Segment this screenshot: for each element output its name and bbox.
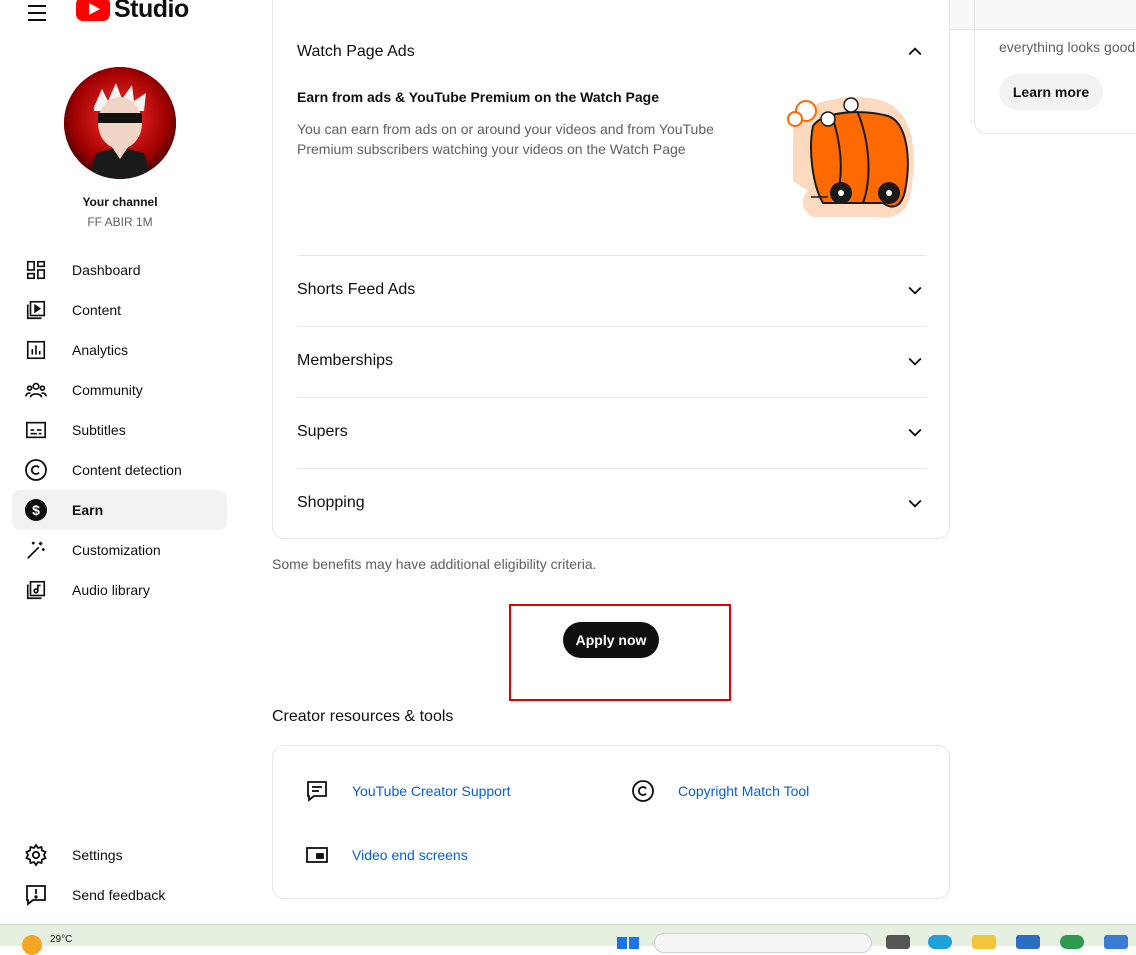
benefit-heading: Earn from ads & YouTube Premium on the W… xyxy=(297,89,659,105)
sidebar-item-dashboard[interactable]: Dashboard xyxy=(12,250,227,290)
svg-text:$: $ xyxy=(32,502,40,518)
chevron-down-icon[interactable] xyxy=(903,491,927,515)
sidebar-item-subtitles[interactable]: Subtitles xyxy=(12,410,227,450)
task-view-icon[interactable] xyxy=(886,935,910,949)
windows-start-icon[interactable] xyxy=(617,936,639,949)
sidebar-item-content[interactable]: Content xyxy=(12,290,227,330)
community-icon xyxy=(24,378,48,402)
sidebar-item-label: Settings xyxy=(72,847,123,863)
sidebar-item-settings[interactable]: Settings xyxy=(12,835,227,875)
chevron-up-icon[interactable] xyxy=(903,40,927,64)
accordion-title: Watch Page Ads xyxy=(297,43,415,60)
accordion-title: Memberships xyxy=(297,352,394,369)
os-taskbar: 29°C xyxy=(0,924,1136,955)
channel-handle: FF ABIR 1M xyxy=(87,215,153,229)
watch-page-ads-header[interactable]: Watch Page Ads xyxy=(297,32,927,72)
sidebar-item-label: Earn xyxy=(72,502,104,518)
audio-library-icon xyxy=(24,578,48,602)
sidebar-item-label: Customization xyxy=(72,542,161,558)
shorts-feed-ads-header[interactable]: Shorts Feed Ads xyxy=(297,270,927,310)
store-icon[interactable] xyxy=(1016,935,1040,949)
channel-title: Your channel xyxy=(82,195,158,209)
apply-now-button[interactable]: Apply now xyxy=(563,622,659,658)
chevron-down-icon[interactable] xyxy=(903,420,927,444)
sidebar-item-label: Content xyxy=(72,302,122,318)
resources-title: Creator resources & tools xyxy=(272,708,454,725)
sidebar-item-label: Dashboard xyxy=(72,262,141,278)
sidebar-item-analytics[interactable]: Analytics xyxy=(12,330,227,370)
menu-icon[interactable] xyxy=(26,2,50,22)
memberships-header[interactable]: Memberships xyxy=(297,341,927,381)
feedback-icon xyxy=(24,883,48,907)
info-text: everything looks good xyxy=(999,39,1136,55)
eligibility-note: Some benefits may have additional eligib… xyxy=(272,556,597,572)
sidebar-item-send-feedback[interactable]: Send feedback xyxy=(12,875,227,915)
youtube-play-icon xyxy=(76,0,110,21)
weather-temperature: 29°C xyxy=(50,934,73,945)
learn-more-button[interactable]: Learn more xyxy=(999,74,1103,110)
analytics-icon xyxy=(24,338,48,362)
sidebar-item-customization[interactable]: Customization xyxy=(12,530,227,570)
divider xyxy=(297,397,927,398)
content-icon xyxy=(24,298,48,322)
chevron-down-icon[interactable] xyxy=(903,349,927,373)
benefit-description: You can earn from ads on or around your … xyxy=(297,121,714,157)
studio-logo[interactable]: Studio xyxy=(76,0,189,24)
sidebar-item-earn[interactable]: $ Earn xyxy=(12,490,227,530)
dollar-icon: $ xyxy=(24,498,48,522)
sidebar: Your channel FF ABIR 1M Dashboard Conten… xyxy=(0,34,240,924)
sidebar-item-label: Audio library xyxy=(72,582,150,598)
chat-icon xyxy=(304,778,330,804)
end-screen-icon xyxy=(304,842,330,868)
app-icon[interactable] xyxy=(1104,935,1128,949)
copyright-icon xyxy=(24,458,48,482)
resource-link-label[interactable]: YouTube Creator Support xyxy=(352,783,511,799)
resource-link-label[interactable]: Video end screens xyxy=(352,847,468,863)
ads-illustration xyxy=(773,91,923,226)
sidebar-item-audio-library[interactable]: Audio library xyxy=(12,570,227,610)
sidebar-item-label: Analytics xyxy=(72,342,129,358)
subtitles-icon xyxy=(24,418,48,442)
sidebar-item-label: Community xyxy=(72,382,143,398)
channel-avatar[interactable] xyxy=(64,67,176,179)
creator-support-link[interactable]: YouTube Creator Support xyxy=(304,778,511,804)
sidebar-item-label: Send feedback xyxy=(72,887,166,903)
taskbar-search[interactable] xyxy=(654,933,872,953)
sidebar-item-label: Subtitles xyxy=(72,422,126,438)
dashboard-icon xyxy=(24,258,48,282)
chrome-icon[interactable] xyxy=(1060,935,1084,949)
logo-text: Studio xyxy=(114,0,189,23)
file-explorer-icon[interactable] xyxy=(972,935,996,949)
shopping-header[interactable]: Shopping xyxy=(297,483,927,523)
sidebar-item-label: Content detection xyxy=(72,462,182,478)
sidebar-item-community[interactable]: Community xyxy=(12,370,227,410)
weather-icon[interactable] xyxy=(22,935,42,955)
right-info-card: everything looks good Learn more xyxy=(974,0,1136,134)
accordion-title: Supers xyxy=(297,423,348,440)
copyright-icon xyxy=(630,778,656,804)
divider xyxy=(297,326,927,327)
resource-link-label[interactable]: Copyright Match Tool xyxy=(678,783,809,799)
divider xyxy=(297,468,927,469)
sidebar-item-content-detection[interactable]: Content detection xyxy=(12,450,227,490)
edge-icon[interactable] xyxy=(928,935,952,949)
accordion-title: Shopping xyxy=(297,494,365,511)
chevron-down-icon[interactable] xyxy=(903,278,927,302)
copyright-match-tool-link[interactable]: Copyright Match Tool xyxy=(630,778,809,804)
magic-wand-icon xyxy=(24,538,48,562)
benefits-card: Watch Page Ads Earn from ads & YouTube P… xyxy=(272,0,950,539)
gear-icon xyxy=(24,843,48,867)
video-end-screens-link[interactable]: Video end screens xyxy=(304,842,468,868)
resources-card: YouTube Creator Support Copyright Match … xyxy=(272,745,950,899)
accordion-title: Shorts Feed Ads xyxy=(297,281,416,298)
divider xyxy=(297,255,927,256)
supers-header[interactable]: Supers xyxy=(297,412,927,452)
